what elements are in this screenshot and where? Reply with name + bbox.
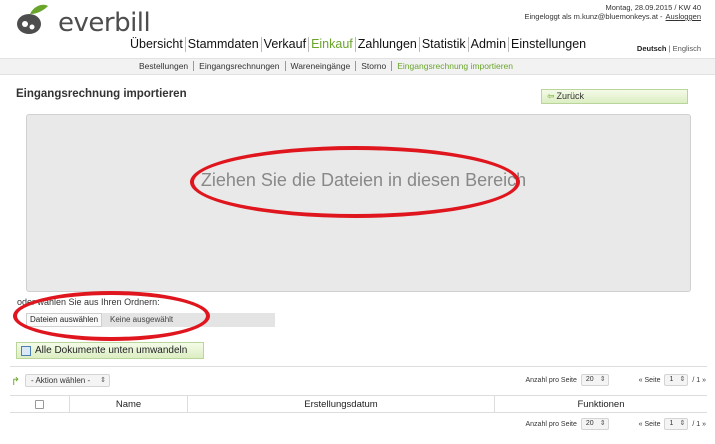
select-arrows-icon: ⇕ xyxy=(679,420,686,427)
per-page-label: Anzahl pro Seite xyxy=(525,376,577,384)
logo-text: everbill xyxy=(58,8,151,38)
column-funktionen: Funktionen xyxy=(577,398,625,410)
column-erstellungsdatum[interactable]: Erstellungsdatum xyxy=(188,396,495,412)
header: everbill Montag, 28.09.2015 / KW 40 Eing… xyxy=(0,0,715,60)
select-arrows-icon: ⇕ xyxy=(100,377,106,384)
lang-englisch[interactable]: Englisch xyxy=(673,44,701,53)
document-icon xyxy=(21,346,31,356)
pager-top: Anzahl pro Seite 20 ⇕ « Seite 1 ⇕ / 1 » xyxy=(525,374,706,386)
nav-item-stammdaten[interactable]: Stammdaten xyxy=(186,37,262,52)
select-arrows-icon: ⇕ xyxy=(599,420,606,427)
page-select[interactable]: 1 ⇕ xyxy=(664,418,689,430)
back-button[interactable]: ⇦ Zurück xyxy=(541,89,688,104)
nav-item-uebersicht[interactable]: Übersicht xyxy=(128,37,186,52)
column-name[interactable]: Name xyxy=(70,396,188,412)
dropzone-text: Ziehen Sie die Dateien in diesen Bereich xyxy=(200,170,527,190)
page-value: 1 xyxy=(669,376,674,383)
subnav-bestellungen[interactable]: Bestellungen xyxy=(134,61,195,71)
login-info: Eingeloggt als m.kunz@bluemonkeys.at - Au… xyxy=(524,12,701,21)
pager-bottom: Anzahl pro Seite 20 ⇕ « Seite 1 ⇕ / 1 » xyxy=(525,418,706,430)
bulk-action-icon: ↱ xyxy=(11,376,21,388)
choose-files-button[interactable]: Dateien auswählen xyxy=(26,313,103,327)
page-title: Eingangsrechnung importieren xyxy=(16,88,187,100)
per-page-select[interactable]: 20 ⇕ xyxy=(580,374,609,386)
page-prefix[interactable]: « Seite xyxy=(639,421,661,428)
select-arrows-icon: ⇕ xyxy=(679,376,686,383)
column-select xyxy=(10,396,70,412)
logo-icon xyxy=(17,4,48,34)
per-page-label: Anzahl pro Seite xyxy=(525,420,577,428)
nav-item-admin[interactable]: Admin xyxy=(469,37,510,52)
file-dropzone[interactable] xyxy=(26,114,691,292)
select-all-checkbox[interactable] xyxy=(35,399,44,409)
back-label: Zurück xyxy=(556,91,585,101)
per-page-select[interactable]: 20 ⇕ xyxy=(580,418,609,430)
login-text: Eingeloggt als m.kunz@bluemonkeys.at - xyxy=(524,12,663,21)
subnav-wareneingaenge[interactable]: Wareneingänge xyxy=(286,61,357,71)
per-page-value: 20 xyxy=(585,420,594,427)
action-select[interactable]: - Aktion wählen - ⇕ xyxy=(25,374,110,387)
subnav-eingangsrechnung-importieren[interactable]: Eingangsrechnung importieren xyxy=(392,61,518,71)
everbill-logo[interactable]: everbill xyxy=(12,2,152,38)
choose-files-label: oder wählen Sie aus Ihren Ordnern: xyxy=(17,297,160,307)
divider xyxy=(10,366,707,367)
language-switch: Deutsch | Englisch xyxy=(637,44,701,53)
page-value: 1 xyxy=(669,420,674,427)
convert-label: Alle Dokumente unten umwandeln xyxy=(35,345,188,356)
page-total[interactable]: / 1 » xyxy=(692,377,706,384)
subnav-eingangsrechnungen[interactable]: Eingangsrechnungen xyxy=(194,61,286,71)
main-nav: Übersicht Stammdaten Verkauf Einkauf Zah… xyxy=(128,37,588,52)
nav-item-verkauf[interactable]: Verkauf xyxy=(262,37,310,52)
nav-item-statistik[interactable]: Statistik xyxy=(420,37,469,52)
action-select-value: - Aktion wählen - xyxy=(31,376,91,385)
subnav-storno[interactable]: Storno xyxy=(356,61,393,71)
page-select[interactable]: 1 ⇕ xyxy=(664,374,689,386)
page-prefix[interactable]: « Seite xyxy=(639,377,661,384)
convert-all-button[interactable]: Alle Dokumente unten umwandeln xyxy=(16,342,204,359)
lang-separator: | xyxy=(668,44,671,53)
arrow-left-icon: ⇦ xyxy=(547,91,555,101)
file-status: Keine ausgewählt xyxy=(110,315,174,324)
select-arrows-icon: ⇕ xyxy=(599,376,606,383)
date-line: Montag, 28.09.2015 / KW 40 xyxy=(605,3,701,12)
documents-table-header: Name Erstellungsdatum Funktionen xyxy=(10,395,707,413)
sub-nav: Bestellungen Eingangsrechnungen Warenein… xyxy=(134,61,518,71)
logout-link[interactable]: Ausloggen xyxy=(666,12,701,21)
nav-item-einstellungen[interactable]: Einstellungen xyxy=(509,37,588,52)
lang-deutsch[interactable]: Deutsch xyxy=(637,44,667,53)
nav-item-einkauf[interactable]: Einkauf xyxy=(309,37,356,52)
nav-item-zahlungen[interactable]: Zahlungen xyxy=(356,37,420,52)
page-total[interactable]: / 1 » xyxy=(692,421,706,428)
per-page-value: 20 xyxy=(585,376,594,383)
